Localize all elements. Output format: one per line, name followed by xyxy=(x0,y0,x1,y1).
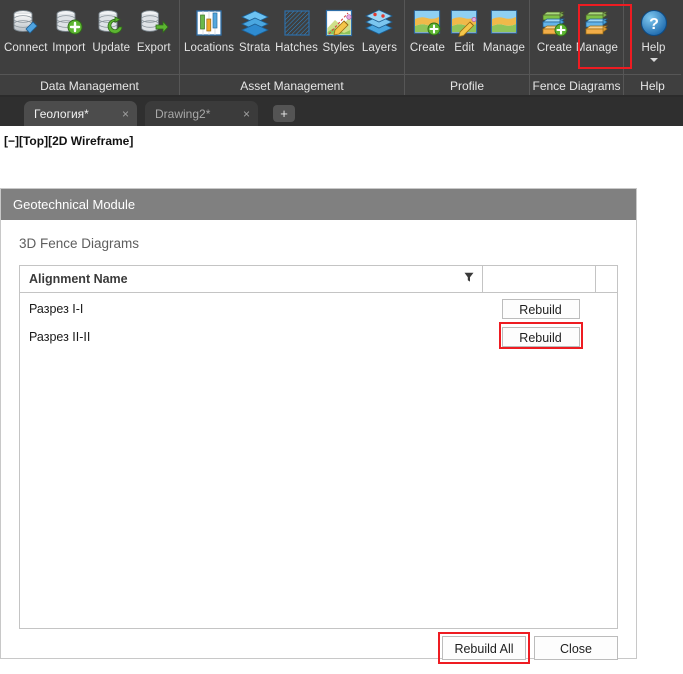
strata-layers-icon xyxy=(238,6,272,40)
ribbon-group-asset-management: Locations Strata Hatches Styles Layers xyxy=(179,0,404,74)
fence-create-label: Create xyxy=(536,42,573,54)
database-connect-icon xyxy=(9,6,43,40)
update-label: Update xyxy=(92,42,131,54)
tab-drawing2[interactable]: Drawing2* × xyxy=(145,101,258,126)
table-body: Разрез I-I Rebuild Разрез II-II Rebuild xyxy=(20,293,617,628)
group-title-asset-management: Asset Management xyxy=(179,74,404,96)
ribbon-group-profile: Create Edit Manage xyxy=(404,0,529,74)
geotechnical-module-dialog: Geotechnical Module 3D Fence Diagrams Al… xyxy=(0,188,637,664)
help-label: Help xyxy=(641,42,666,54)
borehole-locations-icon xyxy=(192,6,226,40)
tab-drawing2-close-icon[interactable]: × xyxy=(243,108,250,120)
close-button[interactable]: Close xyxy=(534,636,618,660)
help-button[interactable]: ? Help xyxy=(628,3,679,62)
help-question-icon: ? xyxy=(637,6,671,40)
locations-button[interactable]: Locations xyxy=(184,3,234,55)
database-update-icon xyxy=(94,6,128,40)
table-header-row: Alignment Name xyxy=(20,266,617,293)
ribbon-group-fence-diagrams: Create Manage xyxy=(529,0,623,74)
rebuild-button-row-2[interactable]: Rebuild xyxy=(501,327,580,347)
database-import-icon xyxy=(52,6,86,40)
profile-manage-icon xyxy=(487,6,521,40)
group-title-fence-diagrams: Fence Diagrams xyxy=(529,74,623,96)
profile-edit-label: Edit xyxy=(454,42,475,54)
connect-label: Connect xyxy=(4,42,48,54)
column-header-alignment-name-label: Alignment Name xyxy=(29,272,128,286)
rebuild-button-row-1[interactable]: Rebuild xyxy=(501,299,580,319)
strata-button[interactable]: Strata xyxy=(234,3,275,55)
ribbon-panel-row: Connect Import Update Export Locations S… xyxy=(0,0,683,74)
connect-button[interactable]: Connect xyxy=(4,3,48,55)
fence-manage-button[interactable]: Manage xyxy=(575,3,619,55)
new-tab-button[interactable]: + xyxy=(273,105,295,122)
column-header-action[interactable] xyxy=(482,266,595,292)
cell-action: Rebuild xyxy=(484,299,597,319)
table-row[interactable]: Разрез II-II Rebuild xyxy=(20,322,617,350)
map-layers-icon xyxy=(362,6,396,40)
group-title-data-management: Data Management xyxy=(0,74,179,96)
document-tab-bar: Геология* × Drawing2* × + xyxy=(0,97,683,126)
styles-label: Styles xyxy=(322,42,355,54)
dialog-body: 3D Fence Diagrams Alignment Name Разрез … xyxy=(1,236,636,674)
profile-create-button[interactable]: Create xyxy=(409,3,446,55)
layers-button[interactable]: Layers xyxy=(359,3,400,55)
hatch-pattern-icon xyxy=(280,6,314,40)
profile-edit-icon xyxy=(447,6,481,40)
rebuild-all-button[interactable]: Rebuild All xyxy=(442,636,526,660)
fence-manage-icon xyxy=(580,6,614,40)
dialog-title-bar: Geotechnical Module xyxy=(1,189,636,220)
tab-geologiya-close-icon[interactable]: × xyxy=(122,108,129,120)
import-button[interactable]: Import xyxy=(48,3,90,55)
export-button[interactable]: Export xyxy=(133,3,175,55)
layers-label: Layers xyxy=(361,42,398,54)
drawing-viewport[interactable]: [−][Top][2D Wireframe] Geotechnical Modu… xyxy=(0,126,683,671)
ribbon-group-data-management: Connect Import Update Export xyxy=(0,0,179,74)
cell-alignment-name: Разрез I-I xyxy=(29,302,84,316)
export-label: Export xyxy=(136,42,171,54)
viewport-config-label[interactable]: [−][Top][2D Wireframe] xyxy=(4,134,133,148)
tab-geologiya[interactable]: Геология* × xyxy=(24,101,137,126)
cell-action: Rebuild xyxy=(484,322,597,349)
update-button[interactable]: Update xyxy=(90,3,132,55)
locations-label: Locations xyxy=(184,42,235,54)
hatches-button[interactable]: Hatches xyxy=(275,3,318,55)
ribbon-group-titles: Data Management Asset Management Profile… xyxy=(0,74,683,96)
tab-drawing2-label: Drawing2* xyxy=(155,106,211,121)
import-label: Import xyxy=(52,42,86,54)
hatches-label: Hatches xyxy=(275,42,319,54)
fence-diagrams-table: Alignment Name Разрез I-I Rebuild Разрез… xyxy=(19,265,618,629)
dialog-footer: Rebuild All Close xyxy=(438,632,618,664)
chevron-down-icon[interactable] xyxy=(649,58,658,62)
profile-create-label: Create xyxy=(409,42,446,54)
fence-create-icon xyxy=(537,6,571,40)
fence-manage-label: Manage xyxy=(575,42,619,54)
profile-manage-label: Manage xyxy=(482,42,525,54)
profile-edit-button[interactable]: Edit xyxy=(446,3,483,55)
cell-alignment-name: Разрез II-II xyxy=(29,330,91,344)
profile-create-icon xyxy=(410,6,444,40)
column-header-alignment-name[interactable]: Alignment Name xyxy=(20,266,482,292)
fence-create-button[interactable]: Create xyxy=(534,3,575,55)
filter-funnel-icon[interactable] xyxy=(464,272,474,286)
section-label-3d-fence-diagrams: 3D Fence Diagrams xyxy=(19,236,140,251)
strata-label: Strata xyxy=(238,42,271,54)
group-title-help: Help xyxy=(623,74,681,96)
profile-manage-button[interactable]: Manage xyxy=(483,3,525,55)
svg-text:?: ? xyxy=(649,16,659,33)
dialog-title-text: Geotechnical Module xyxy=(13,197,136,212)
styles-button[interactable]: Styles xyxy=(318,3,359,55)
ribbon-group-help: ? Help xyxy=(623,0,683,74)
table-row[interactable]: Разрез I-I Rebuild xyxy=(20,296,617,322)
tab-geologiya-label: Геология* xyxy=(34,106,89,121)
column-header-extra[interactable] xyxy=(595,266,617,292)
group-title-profile: Profile xyxy=(404,74,529,96)
database-export-icon xyxy=(137,6,171,40)
ribbon-toolbar: Connect Import Update Export Locations S… xyxy=(0,0,683,97)
map-styles-pencil-icon xyxy=(322,6,356,40)
